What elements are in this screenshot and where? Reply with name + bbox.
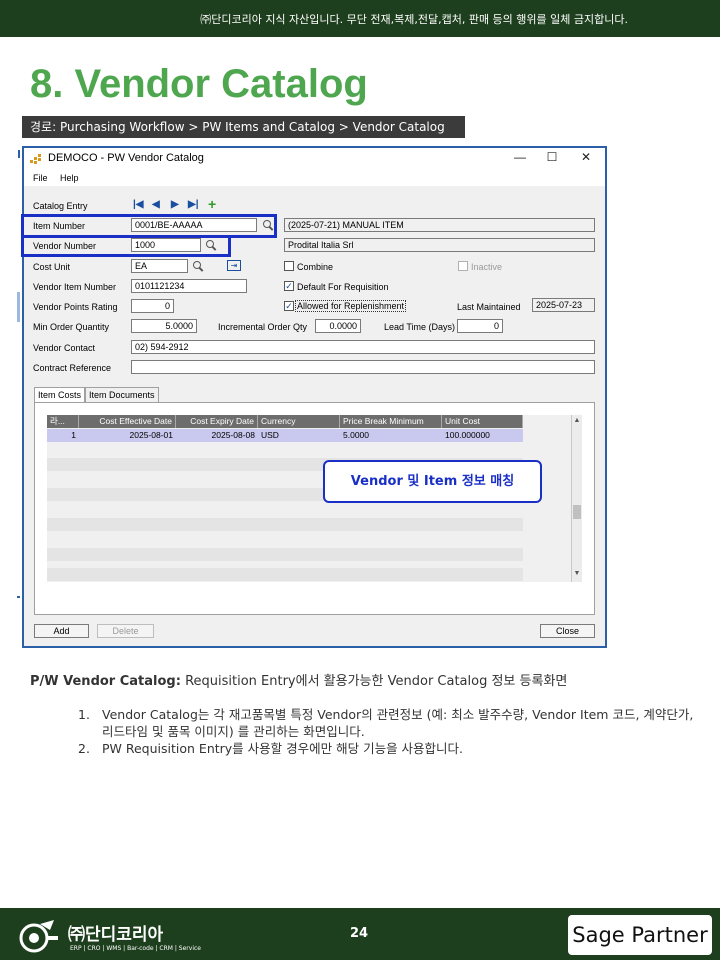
unit-convert-icon[interactable]: ⇥ [227, 260, 241, 271]
maximize-icon[interactable]: ☐ [535, 148, 569, 168]
column-header[interactable]: Currency [258, 415, 340, 428]
prev-icon[interactable]: ◀ [152, 199, 160, 210]
list-item: 2. PW Requisition Entry를 사용할 경우에만 해당 기능을… [78, 740, 698, 757]
vendor-name: Prodital Italia Srl [284, 238, 595, 252]
menu-bar: File Help [24, 170, 605, 186]
next-icon[interactable]: ▶ [171, 199, 179, 210]
menu-file[interactable]: File [33, 173, 48, 183]
vendor-points-rating-field[interactable]: 0 [131, 299, 174, 313]
window-titlebar[interactable]: DEMOCO - PW Vendor Catalog — ☐ ✕ [24, 148, 605, 170]
cost-unit-field[interactable]: EA [131, 259, 188, 273]
list-number: 1. [78, 707, 90, 722]
sage-app-icon [30, 154, 41, 164]
scroll-thumb[interactable] [573, 505, 581, 519]
sage-partner-logo: Sage Partner [566, 913, 714, 957]
min-order-qty-label: Min Order Quantity [33, 322, 110, 332]
min-order-qty-field[interactable]: 5.0000 [131, 319, 197, 333]
page-number: 24 [350, 926, 369, 941]
column-header[interactable]: Cost Expiry Date [176, 415, 258, 428]
vendor-number-highlight [21, 235, 231, 257]
close-window-icon[interactable]: ✕ [569, 148, 603, 168]
default-for-requisition-label: Default For Requisition [297, 282, 389, 292]
grid-vertical-scrollbar[interactable]: ▲ ▼ [571, 415, 582, 582]
inactive-checkbox[interactable] [458, 261, 468, 271]
vendor-contact-label: Vendor Contact [33, 343, 96, 353]
background-window-edge [17, 596, 20, 598]
contract-reference-field[interactable] [131, 360, 595, 374]
breadcrumb: 경로: Purchasing Workflow > PW Items and C… [22, 116, 465, 138]
column-header[interactable]: Cost Effective Date [79, 415, 176, 428]
list-number: 2. [78, 741, 90, 756]
close-button[interactable]: Close [540, 624, 595, 638]
row-cell: 100.000000 [442, 429, 523, 442]
empty-row [47, 568, 523, 581]
list-text: PW Requisition Entry를 사용할 경우에만 해당 기능을 사용… [102, 741, 464, 756]
item-costs-panel: 라... Cost Effective Date Cost Expiry Dat… [34, 402, 595, 615]
contract-reference-label: Contract Reference [33, 363, 112, 373]
background-window-edge [17, 292, 20, 322]
allowed-for-replenishment-checkbox[interactable]: ✓ [284, 301, 294, 311]
background-window-edge [18, 150, 20, 158]
description-line: P/W Vendor Catalog: Requisition Entry에서 … [30, 670, 567, 689]
menu-help[interactable]: Help [60, 173, 79, 183]
list-text: Vendor Catalog는 각 재고품목별 특정 Vendor의 관련정보 … [102, 707, 694, 739]
tab-item-documents[interactable]: Item Documents [85, 387, 159, 402]
minimize-icon[interactable]: — [503, 148, 537, 168]
row-cell: USD [258, 429, 340, 442]
footer: ㈜단디코리아 ERP | CRO | WMS | Bar-code | CRM … [0, 908, 720, 960]
incremental-order-qty-field[interactable]: 0.0000 [315, 319, 361, 333]
row-cell: 5.0000 [340, 429, 442, 442]
lead-time-field[interactable]: 0 [457, 319, 503, 333]
lead-time-label: Lead Time (Days) [384, 322, 456, 332]
inactive-label: Inactive [471, 262, 503, 272]
add-button[interactable]: Add [34, 624, 89, 638]
empty-row [47, 548, 523, 561]
cost-unit-label: Cost Unit [33, 262, 71, 272]
window-title: DEMOCO - PW Vendor Catalog [48, 152, 204, 164]
vendor-catalog-window: DEMOCO - PW Vendor Catalog — ☐ ✕ File He… [21, 146, 607, 648]
scroll-down-icon[interactable]: ▼ [572, 570, 582, 577]
copyright-notice: ㈜단디코리아 지식 자산입니다. 무단 전재,복제,전달,캡처, 판매 등의 행… [200, 13, 628, 26]
allowed-for-replenishment-label: Allowed for Replenishment [295, 300, 407, 312]
combine-label: Combine [297, 262, 334, 272]
slide-title: 8. Vendor Catalog [30, 62, 368, 106]
item-description: (2025-07-21) MANUAL ITEM [284, 218, 595, 232]
company-tagline: ERP | CRO | WMS | Bar-code | CRM | Servi… [70, 945, 201, 952]
last-maintained-value: 2025-07-23 [532, 298, 595, 312]
list-item: 1. Vendor Catalog는 각 재고품목별 특정 Vendor의 관련… [78, 706, 698, 740]
vendor-contact-field[interactable]: 02) 594-2912 [131, 340, 595, 354]
dandi-logo-icon [19, 920, 58, 953]
default-for-requisition-checkbox[interactable]: ✓ [284, 281, 294, 291]
company-name: ㈜단디코리아 [68, 925, 164, 945]
last-maintained-label: Last Maintained [457, 302, 521, 312]
vendor-points-rating-label: Vendor Points Rating [33, 302, 118, 312]
callout-annotation: Vendor 및 Item 정보 매칭 [323, 460, 542, 503]
scroll-up-icon[interactable]: ▲ [572, 417, 582, 424]
vendor-item-number-field[interactable]: 0101121234 [131, 279, 247, 293]
incremental-order-qty-label: Incremental Order Qty [218, 322, 308, 332]
column-header[interactable]: 라... [47, 415, 79, 428]
catalog-entry-label: Catalog Entry [33, 201, 88, 211]
cost-unit-search-icon[interactable] [191, 260, 204, 273]
combine-checkbox[interactable] [284, 261, 294, 271]
empty-row [47, 518, 523, 531]
last-icon[interactable]: ▶| [188, 199, 199, 210]
row-cell: 2025-08-01 [79, 429, 176, 442]
tab-item-costs[interactable]: Item Costs [34, 387, 86, 402]
vendor-item-number-label: Vendor Item Number [33, 282, 117, 292]
description-list: 1. Vendor Catalog는 각 재고품목별 특정 Vendor의 관련… [78, 706, 698, 757]
top-banner: ㈜단디코리아 지식 자산입니다. 무단 전재,복제,전달,캡처, 판매 등의 행… [0, 0, 720, 37]
add-icon[interactable]: + [208, 196, 216, 212]
row-cell: 2025-08-08 [176, 429, 258, 442]
column-header[interactable]: Unit Cost [442, 415, 523, 428]
row-cell: 1 [47, 429, 79, 442]
first-icon[interactable]: |◀ [133, 199, 144, 210]
description-heading: P/W Vendor Catalog: [30, 674, 181, 689]
column-header[interactable]: Price Break Minimum [340, 415, 442, 428]
delete-button[interactable]: Delete [97, 624, 154, 638]
description-text: Requisition Entry에서 활용가능한 Vendor Catalog… [180, 674, 568, 689]
